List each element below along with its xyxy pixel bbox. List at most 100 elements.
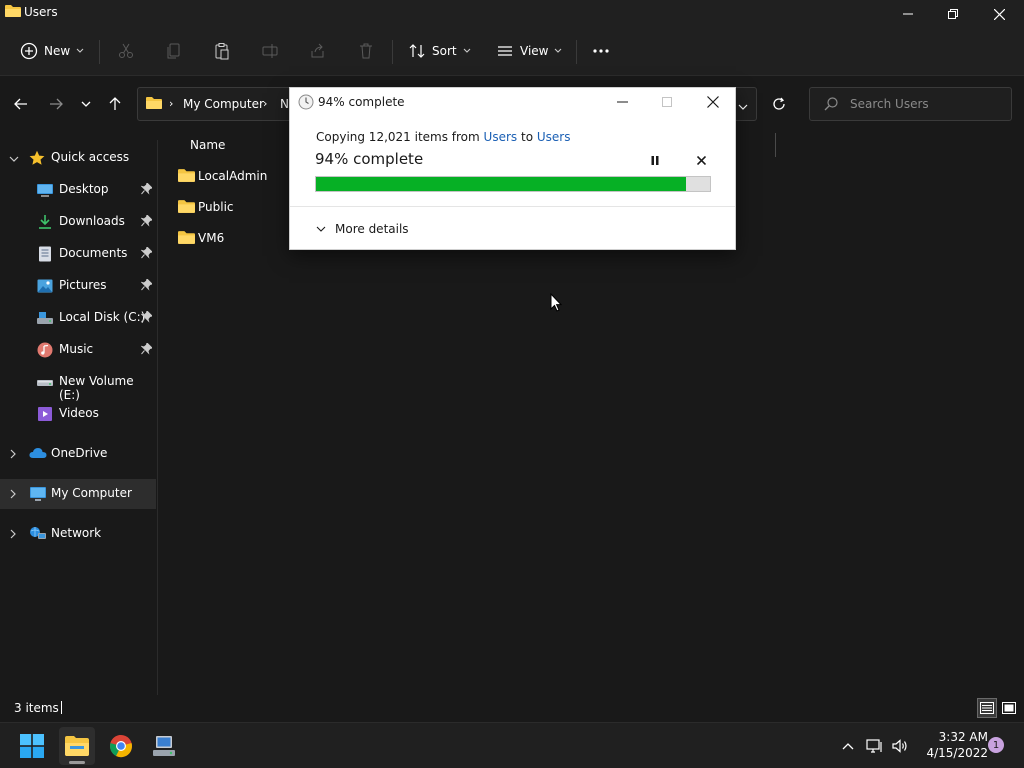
separator xyxy=(99,40,100,64)
sidebar-item-onedrive[interactable]: OneDrive xyxy=(0,439,156,469)
sidebar-item-label: Videos xyxy=(59,406,99,420)
close-icon xyxy=(696,155,706,165)
start-button[interactable] xyxy=(14,727,50,765)
pin-icon[interactable] xyxy=(140,214,153,230)
taskbar-chrome[interactable] xyxy=(103,727,139,765)
sidebar-item-videos[interactable]: Videos xyxy=(0,399,156,429)
drive-icon xyxy=(36,374,54,390)
restore-button[interactable] xyxy=(930,0,976,28)
pin-icon[interactable] xyxy=(140,182,153,198)
minimize-button[interactable] xyxy=(885,0,931,28)
chevron-down-icon xyxy=(316,226,326,232)
search-input[interactable]: Search Users xyxy=(809,87,1012,121)
taskbar-network-app[interactable] xyxy=(147,727,183,765)
forward-button[interactable] xyxy=(45,93,67,115)
chevron-right-icon[interactable] xyxy=(9,488,17,502)
taskbar-file-explorer[interactable] xyxy=(59,727,95,765)
sidebar-item-local-disk[interactable]: Local Disk (C:) xyxy=(0,303,156,333)
picture-icon xyxy=(36,278,54,294)
close-button[interactable] xyxy=(976,0,1022,28)
refresh-icon xyxy=(773,97,785,110)
more-options-button[interactable] xyxy=(590,40,612,62)
sidebar-item-documents[interactable]: Documents xyxy=(0,239,156,269)
dialog-maximize-button[interactable] xyxy=(647,90,687,114)
column-header-name[interactable]: Name xyxy=(190,138,225,152)
system-clock[interactable]: 3:32 AM 4/15/2022 xyxy=(912,729,988,761)
paste-icon[interactable] xyxy=(211,40,233,62)
navigation-pane: Quick access Desktop Downloads Documents… xyxy=(0,140,158,695)
share-icon[interactable] xyxy=(307,40,329,62)
pin-icon[interactable] xyxy=(140,310,153,326)
drive-icon xyxy=(36,310,54,326)
sidebar-item-my-computer[interactable]: My Computer xyxy=(0,479,156,509)
view-label: View xyxy=(520,44,549,58)
sort-label: Sort xyxy=(432,44,457,58)
cancel-copy-button[interactable] xyxy=(690,150,712,170)
separator xyxy=(392,40,393,64)
recent-locations-button[interactable] xyxy=(75,93,97,115)
cut-icon[interactable] xyxy=(115,40,137,62)
document-icon xyxy=(36,246,54,262)
more-details-button[interactable]: More details xyxy=(316,218,409,240)
dialog-close-button[interactable] xyxy=(693,90,733,114)
volume-icon[interactable] xyxy=(890,736,910,756)
pin-icon[interactable] xyxy=(140,246,153,262)
arrow-right-icon xyxy=(50,98,63,110)
title-bar: Users xyxy=(0,0,1024,28)
up-button[interactable] xyxy=(104,93,126,115)
address-dropdown-icon[interactable] xyxy=(738,100,748,114)
file-name: VM6 xyxy=(198,231,225,245)
active-indicator xyxy=(69,761,85,764)
folder-icon xyxy=(146,96,162,113)
breadcrumb-next[interactable]: N xyxy=(280,97,289,111)
new-button[interactable]: New xyxy=(14,36,90,66)
desktop-icon xyxy=(36,182,54,198)
sidebar-item-desktop[interactable]: Desktop xyxy=(0,175,156,205)
chevron-right-icon[interactable] xyxy=(9,448,17,462)
minimize-icon xyxy=(616,101,628,103)
sidebar-item-new-volume[interactable]: New Volume (E:) xyxy=(0,367,156,402)
sidebar-item-label: My Computer xyxy=(51,486,132,500)
sidebar-item-label: New Volume (E:) xyxy=(59,374,134,402)
file-row-public[interactable]: Public xyxy=(174,194,294,220)
show-hidden-icons-button[interactable] xyxy=(838,736,858,756)
refresh-button[interactable] xyxy=(768,93,790,115)
large-icons-view-button[interactable] xyxy=(999,698,1019,718)
copy-icon[interactable] xyxy=(163,40,185,62)
source-link[interactable]: Users xyxy=(484,130,518,144)
dialog-minimize-button[interactable] xyxy=(602,90,642,114)
chevron-down-icon[interactable] xyxy=(9,152,19,166)
network-status-icon[interactable] xyxy=(865,736,885,756)
clock-time: 3:32 AM xyxy=(938,730,988,744)
sort-button[interactable]: Sort xyxy=(402,36,477,66)
view-list-icon xyxy=(498,46,512,56)
sidebar-item-network[interactable]: Network xyxy=(0,519,156,549)
sidebar-item-label: Music xyxy=(59,342,94,356)
sidebar-item-downloads[interactable]: Downloads xyxy=(0,207,156,237)
file-row-vm6[interactable]: VM6 xyxy=(174,225,294,251)
pause-button[interactable] xyxy=(644,150,666,170)
chevron-down-icon xyxy=(81,101,91,107)
delete-icon[interactable] xyxy=(355,40,377,62)
dialog-title: 94% complete xyxy=(318,95,405,109)
pin-icon[interactable] xyxy=(140,342,153,358)
chevron-down-icon xyxy=(555,48,562,53)
folder-icon xyxy=(5,4,21,21)
rename-icon[interactable] xyxy=(259,40,281,62)
back-button[interactable] xyxy=(10,93,32,115)
details-view-icon xyxy=(980,702,994,714)
view-button[interactable]: View xyxy=(490,36,568,66)
sidebar-item-quick-access[interactable]: Quick access xyxy=(0,143,156,173)
column-divider[interactable] xyxy=(775,133,776,157)
chevron-right-icon[interactable] xyxy=(9,528,17,542)
pin-icon[interactable] xyxy=(140,278,153,294)
file-row-localadmin[interactable]: LocalAdmin xyxy=(174,163,294,189)
destination-link[interactable]: Users xyxy=(537,130,571,144)
ellipsis-icon xyxy=(593,49,609,53)
sidebar-item-pictures[interactable]: Pictures xyxy=(0,271,156,301)
breadcrumb-my-computer[interactable]: My Computer xyxy=(183,97,264,111)
sidebar-item-music[interactable]: Music xyxy=(0,335,156,365)
computer-icon xyxy=(29,486,47,502)
details-view-button[interactable] xyxy=(977,698,997,718)
notification-badge[interactable]: 1 xyxy=(988,737,1004,753)
